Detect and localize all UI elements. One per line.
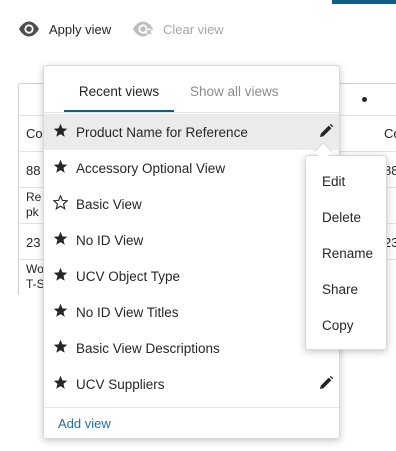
list-item[interactable]: Basic View: [44, 186, 339, 222]
star-filled-icon[interactable]: [53, 159, 68, 174]
clear-view-button[interactable]: Clear view: [132, 10, 224, 48]
menu-item-edit[interactable]: Edit: [322, 174, 345, 189]
recent-views-list: Product Name for Reference Accessory Opti…: [44, 114, 339, 402]
table-cell: T-S: [26, 277, 45, 291]
star-filled-icon[interactable]: [53, 303, 68, 318]
pencil-icon[interactable]: [319, 376, 333, 390]
table-cell: Co: [384, 126, 396, 141]
view-toolbar: Apply view Clear view: [0, 10, 396, 48]
list-item[interactable]: Accessory Optional View: [44, 150, 339, 186]
list-item[interactable]: Product Name for Reference: [44, 114, 339, 150]
view-name: No ID View Titles: [76, 304, 179, 320]
apply-view-label: Apply view: [49, 21, 112, 37]
view-context-menu: Edit Delete Rename Share Copy: [305, 155, 387, 350]
clear-view-label: Clear view: [163, 21, 224, 37]
table-cell: Re: [26, 190, 42, 204]
divider: [44, 407, 339, 408]
table-cell: Co: [26, 126, 43, 141]
list-item[interactable]: No ID View: [44, 222, 339, 258]
table-cell: 88: [26, 163, 41, 178]
star-filled-icon[interactable]: [53, 339, 68, 354]
view-name: Basic View: [76, 196, 142, 212]
views-dropdown: Recent views Show all views Product Name…: [43, 65, 340, 439]
column-menu-icon[interactable]: [362, 97, 367, 102]
apply-view-button[interactable]: Apply view: [18, 10, 111, 48]
star-filled-icon[interactable]: [53, 123, 68, 138]
tab-show-all-views[interactable]: Show all views: [190, 66, 279, 112]
view-name: Accessory Optional View: [76, 160, 226, 176]
table-cell: Wo: [26, 262, 44, 276]
add-view-link[interactable]: Add view: [58, 416, 111, 431]
tab-recent-views[interactable]: Recent views: [64, 66, 174, 112]
eye-slash-icon: [132, 21, 154, 37]
star-filled-icon[interactable]: [53, 375, 68, 390]
star-filled-icon[interactable]: [53, 267, 68, 282]
view-name: UCV Suppliers: [76, 376, 165, 392]
list-item[interactable]: No ID View Titles: [44, 294, 339, 330]
view-name: Product Name for Reference: [76, 124, 248, 140]
star-filled-icon[interactable]: [53, 231, 68, 246]
view-name: Basic View Descriptions: [76, 340, 220, 356]
list-item[interactable]: UCV Suppliers: [44, 366, 339, 402]
menu-item-share[interactable]: Share: [322, 282, 358, 297]
menu-item-copy[interactable]: Copy: [322, 318, 354, 333]
eye-icon: [18, 21, 40, 37]
views-tabs: Recent views Show all views: [44, 66, 339, 113]
table-cell: pk: [26, 205, 39, 219]
list-item[interactable]: Basic View Descriptions: [44, 330, 339, 366]
pencil-icon[interactable]: [319, 124, 333, 138]
menu-item-delete[interactable]: Delete: [322, 210, 361, 225]
view-name: UCV Object Type: [76, 268, 181, 284]
table-cell: 23: [26, 235, 41, 250]
active-tab-indicator: [332, 0, 396, 4]
menu-item-rename[interactable]: Rename: [322, 246, 373, 261]
list-item[interactable]: UCV Object Type: [44, 258, 339, 294]
view-name: No ID View: [76, 232, 144, 248]
star-outline-icon[interactable]: [53, 195, 68, 210]
